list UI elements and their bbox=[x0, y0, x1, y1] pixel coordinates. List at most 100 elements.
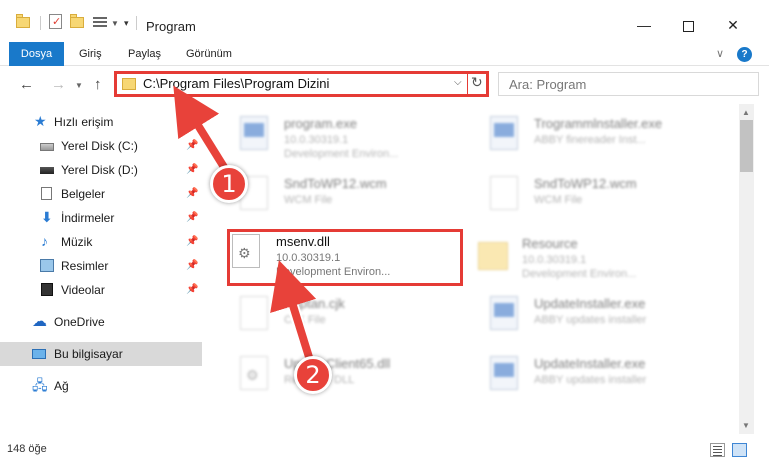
tab-share[interactable]: Paylaş bbox=[128, 42, 161, 66]
step-2-badge: 2 bbox=[294, 356, 332, 394]
folder-icon bbox=[478, 242, 508, 270]
star-icon: ★ bbox=[34, 113, 47, 129]
navigation-pane: ★ Hızlı erişim Yerel Disk (C:) 📌 Yerel D… bbox=[0, 104, 202, 434]
customize-quick-access-icon[interactable]: ▾ bbox=[124, 18, 129, 29]
sidebar-item-label: Müzik bbox=[61, 235, 93, 249]
properties-check-icon[interactable]: ✓ bbox=[49, 14, 62, 29]
pin-icon[interactable]: 📌 bbox=[186, 284, 198, 295]
sidebar-item-label: OneDrive bbox=[54, 315, 105, 329]
file-name: UpdateInstaller.exe bbox=[534, 296, 646, 311]
pin-icon[interactable]: 📌 bbox=[186, 188, 198, 199]
ribbon: Dosya Giriş Paylaş Görünüm ∨ ? bbox=[0, 42, 769, 66]
tab-view[interactable]: Görünüm bbox=[186, 42, 232, 66]
address-path[interactable]: C:\Program Files\Program Dizini bbox=[143, 76, 329, 91]
sidebar-item-onedrive[interactable]: ☁ OneDrive bbox=[0, 310, 202, 334]
vertical-scrollbar[interactable]: ▲ ▼ bbox=[739, 104, 754, 434]
sidebar-item-videos[interactable]: Videolar 📌 bbox=[0, 278, 202, 302]
sidebar-item-quick-access[interactable]: ★ Hızlı erişim bbox=[0, 110, 202, 134]
tab-home[interactable]: Giriş bbox=[79, 42, 102, 66]
exe-file-icon bbox=[490, 116, 518, 150]
file-description: ABBY finereader Inst... bbox=[534, 134, 646, 146]
sidebar-item-disk-d[interactable]: Yerel Disk (D:) 📌 bbox=[0, 158, 202, 182]
search-placeholder: Ara: Program bbox=[509, 77, 587, 92]
cloud-icon: ☁ bbox=[32, 313, 47, 330]
file-name: Trogrammlnstaller.exe bbox=[534, 116, 663, 131]
sidebar-item-this-pc[interactable]: Bu bilgisayar bbox=[0, 342, 202, 366]
file-item[interactable]: program.exe 10.0.30319.1 Development Env… bbox=[222, 108, 472, 166]
file-version: 10.0.30319.1 bbox=[522, 254, 587, 266]
sidebar-item-pictures[interactable]: Resimler 📌 bbox=[0, 254, 202, 278]
status-bar: 148 öğe bbox=[0, 440, 769, 462]
pin-icon[interactable]: 📌 bbox=[186, 212, 198, 223]
forward-arrow-icon[interactable]: → bbox=[51, 76, 66, 93]
large-icons-view-icon[interactable] bbox=[732, 443, 747, 457]
minimize-button[interactable]: — bbox=[622, 13, 666, 37]
dll-gear-icon bbox=[232, 234, 260, 268]
title-bar: ✓ ▼ ▾ Program — ✕ bbox=[0, 0, 769, 42]
file-item[interactable]: UpdateInstaller.exe ABBY updates install… bbox=[472, 348, 722, 406]
folder-icon bbox=[16, 14, 30, 30]
toolbar-separator bbox=[40, 16, 41, 30]
address-bar[interactable]: C:\Program Files\Program Dizini ⌵ ↻ bbox=[114, 71, 489, 97]
file-name: msenv.dll bbox=[276, 234, 330, 249]
sidebar-item-music[interactable]: ♪ Müzik 📌 bbox=[0, 230, 202, 254]
sidebar-item-label: Yerel Disk (C:) bbox=[61, 139, 138, 153]
sidebar-item-disk-c[interactable]: Yerel Disk (C:) 📌 bbox=[0, 134, 202, 158]
scroll-down-icon[interactable]: ▼ bbox=[742, 421, 750, 430]
scroll-up-icon[interactable]: ▲ bbox=[742, 108, 750, 117]
documents-icon bbox=[41, 187, 52, 200]
file-type: WCM File bbox=[534, 194, 583, 206]
refresh-icon[interactable]: ↻ bbox=[471, 74, 483, 91]
pin-icon[interactable]: 📌 bbox=[186, 236, 198, 247]
file-item[interactable]: Resource 10.0.30319.1 Development Enviro… bbox=[460, 228, 710, 286]
pin-icon[interactable]: 📌 bbox=[186, 140, 198, 151]
up-arrow-icon[interactable]: ↑ bbox=[94, 76, 102, 93]
file-item[interactable]: UpdateInstaller.exe ABBY updates install… bbox=[472, 288, 722, 346]
scrollbar-thumb[interactable] bbox=[740, 120, 753, 172]
new-folder-icon[interactable] bbox=[70, 14, 84, 30]
file-type: WCM File bbox=[284, 194, 333, 206]
exe-file-icon bbox=[490, 356, 518, 390]
help-button[interactable]: ? bbox=[737, 47, 752, 62]
details-view-icon[interactable] bbox=[710, 443, 725, 457]
file-item[interactable]: Kaptan.cjk CJK File bbox=[222, 288, 472, 346]
file-item-msenv-dll[interactable]: msenv.dll 10.0.30319.1 Development Envir… bbox=[212, 226, 462, 284]
sidebar-item-label: Resimler bbox=[61, 259, 109, 273]
music-icon: ♪ bbox=[41, 233, 48, 249]
chevron-down-icon[interactable]: ▼ bbox=[111, 19, 119, 28]
sidebar-item-label: Belgeler bbox=[61, 187, 106, 201]
maximize-icon bbox=[682, 20, 694, 32]
toolbar-separator bbox=[136, 16, 137, 30]
pin-icon[interactable]: 📌 bbox=[186, 260, 198, 271]
sidebar-item-label: Hızlı erişim bbox=[54, 115, 114, 129]
window-title: Program bbox=[146, 19, 196, 34]
file-list: program.exe 10.0.30319.1 Development Env… bbox=[212, 104, 737, 434]
exe-file-icon bbox=[240, 116, 268, 150]
sidebar-item-label: Bu bilgisayar bbox=[54, 347, 123, 361]
file-version: 10.0.30319.1 bbox=[276, 252, 341, 264]
downloads-icon: ⬇ bbox=[41, 209, 53, 225]
file-item[interactable]: SndToWP12.wcm WCM File bbox=[472, 168, 722, 226]
maximize-button[interactable] bbox=[666, 13, 710, 37]
back-arrow-icon[interactable]: ← bbox=[19, 76, 34, 93]
file-item[interactable]: SndToWP12.wcm WCM File bbox=[222, 168, 472, 226]
recent-locations-icon[interactable]: ▼ bbox=[75, 81, 83, 90]
search-input[interactable]: Ara: Program bbox=[498, 72, 759, 96]
sidebar-item-downloads[interactable]: ⬇ İndirmeler 📌 bbox=[0, 206, 202, 230]
sidebar-item-documents[interactable]: Belgeler 📌 bbox=[0, 182, 202, 206]
expand-ribbon-icon[interactable]: ∨ bbox=[716, 47, 724, 60]
pin-icon[interactable]: 📌 bbox=[186, 164, 198, 175]
sidebar-item-network[interactable]: 🖧 Ağ bbox=[0, 374, 202, 398]
properties-icon[interactable] bbox=[93, 17, 107, 30]
file-item[interactable]: UpdateClient65.dll Resource DLL bbox=[222, 348, 472, 406]
tab-file[interactable]: Dosya bbox=[9, 42, 64, 66]
file-version: 10.0.30319.1 bbox=[284, 134, 349, 146]
file-type: CJK File bbox=[284, 314, 326, 326]
document-file-icon bbox=[240, 296, 268, 330]
chevron-down-icon[interactable]: ⌵ bbox=[454, 77, 462, 88]
file-item[interactable]: Trogrammlnstaller.exe ABBY finereader In… bbox=[472, 108, 722, 166]
dll-gear-icon bbox=[240, 356, 268, 390]
file-description: ABBY updates installer bbox=[534, 314, 647, 326]
file-description: Development Environ... bbox=[284, 148, 399, 160]
close-button[interactable]: ✕ bbox=[711, 13, 755, 37]
